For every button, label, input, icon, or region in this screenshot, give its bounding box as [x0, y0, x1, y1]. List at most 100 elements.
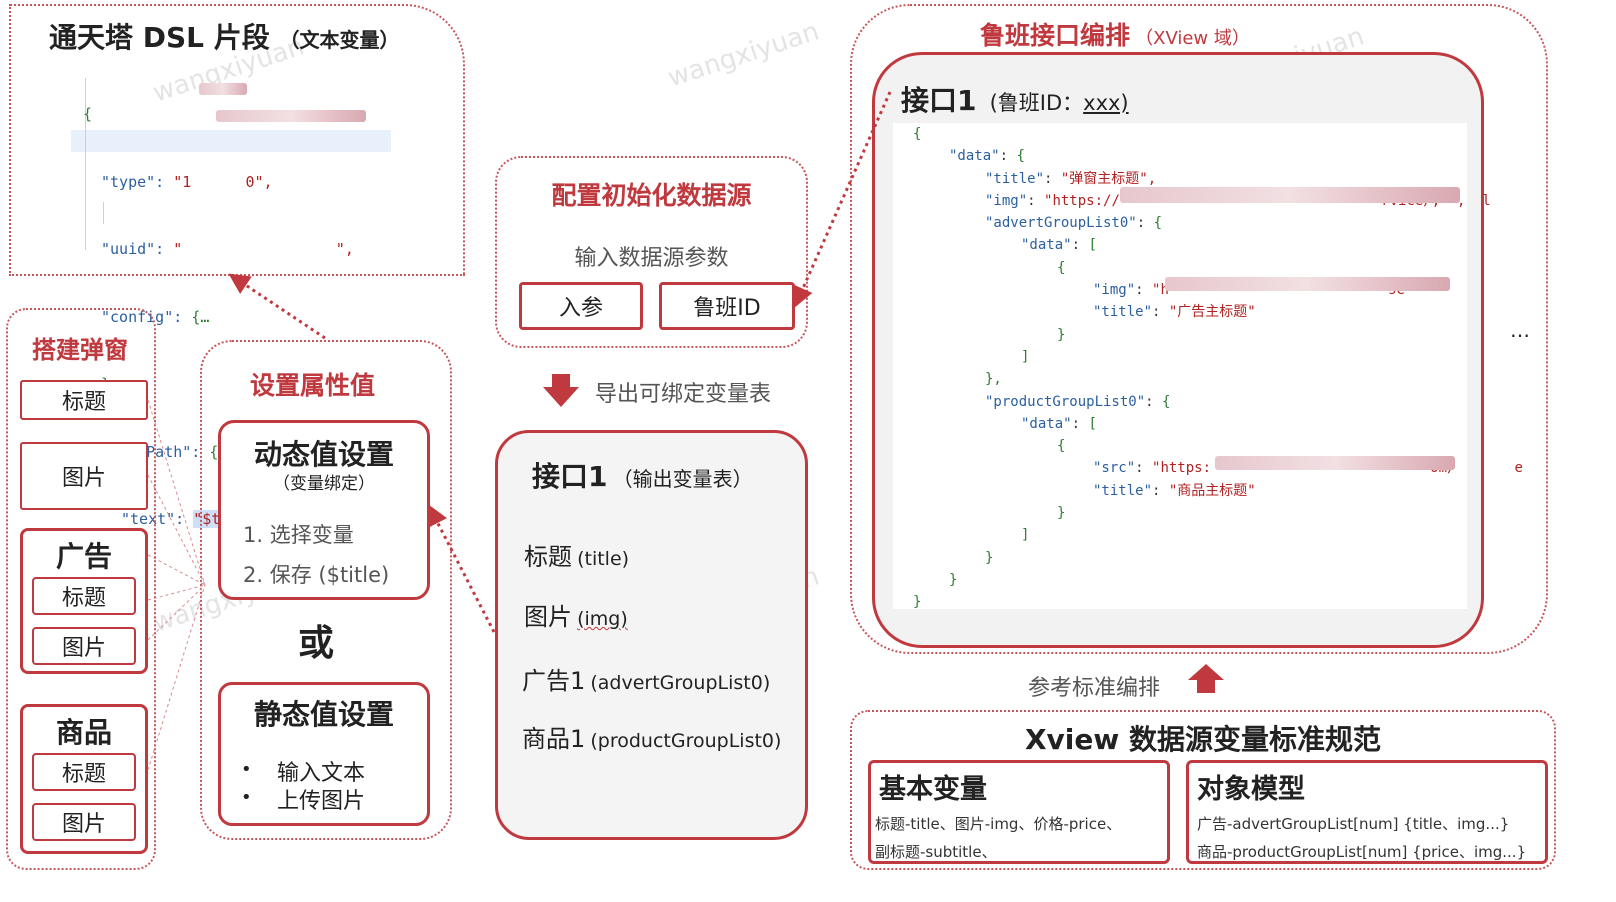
init-source-desc: 输入数据源参数 [574, 246, 729, 271]
output-table-name: 接口1 [532, 460, 608, 493]
product-group-title: 商品 [55, 716, 112, 749]
json-line: { [913, 126, 922, 142]
dynamic-step: 2. 保存 ($title) [243, 563, 390, 587]
luban-title-text: 鲁班接口编排 [980, 21, 1131, 50]
popup-image-item[interactable]: 图片 [20, 442, 148, 510]
basic-vars-title: 基本变量 [879, 774, 987, 805]
ref-label: 参考标准编排 [1028, 676, 1161, 701]
luban-api-id-label: (鲁班ID： [989, 91, 1084, 115]
json-line: "title": "广告主标题" [1093, 304, 1256, 321]
redacted-blur [1165, 277, 1450, 291]
build-popup-title: 搭建弹窗 [32, 336, 128, 364]
dsl-subtitle: （文本变量） [279, 28, 400, 52]
luban-id-button[interactable]: 鲁班ID [659, 282, 795, 330]
static-bullet-dot: • [241, 759, 252, 780]
output-row-en: (advertGroupList0) [590, 672, 771, 694]
output-row-en: (title) [577, 548, 630, 570]
luban-title: 鲁班接口编排 （XView 域） [980, 16, 1250, 52]
output-row-en: (img) [577, 608, 628, 630]
json-line: "data": { [949, 148, 1025, 165]
output-row-cn: 广告1 [522, 667, 586, 695]
export-label: 导出可绑定变量表 [595, 382, 772, 407]
output-row: 商品1 (productGroupList0) [522, 719, 781, 754]
product-image-item[interactable]: 图片 [32, 803, 136, 841]
output-row-cn: 标题 [524, 543, 572, 571]
output-row-cn: 商品1 [522, 725, 586, 753]
json-line: } [985, 549, 994, 566]
or-label: 或 [298, 623, 335, 664]
output-row: 标题 (title) [524, 537, 629, 572]
ad-title-item[interactable]: 标题 [32, 577, 136, 615]
json-line: ] [1021, 348, 1030, 365]
output-row: 广告1 (advertGroupList0) [522, 661, 770, 696]
set-attr-panel: 设置属性值 动态值设置 （变量绑定） 1. 选择变量 2. 保存 ($title… [200, 340, 452, 840]
static-bullet-dot: • [241, 787, 252, 808]
object-model-box: 对象模型 广告-advertGroupList[num] {title、img.… [1186, 760, 1548, 864]
dynamic-title: 动态值设置 [253, 438, 394, 471]
dsl-line: "type": "1 0", [101, 172, 273, 191]
json-line: } [1057, 505, 1066, 522]
basic-vars-box: 基本变量 标题-title、图片-img、价格-price、 副标题-subti… [868, 760, 1170, 864]
spec-panel: Xview 数据源变量标准规范 基本变量 标题-title、图片-img、价格-… [850, 710, 1556, 870]
luban-api-header: 接口1 (鲁班ID：xxx) [901, 79, 1129, 119]
product-group: 商品 标题 图片 [20, 704, 148, 854]
json-line: { [1057, 438, 1066, 455]
json-line: } [949, 571, 958, 588]
object-model-title: 对象模型 [1197, 774, 1305, 805]
down-arrow-icon [543, 374, 579, 408]
object-model-line: 广告-advertGroupList[num] {title、img...} [1197, 815, 1510, 833]
basic-vars-line: 副标题-subtitle、 [875, 843, 997, 861]
params-button[interactable]: 入参 [519, 282, 643, 330]
dsl-title: 通天塔 DSL 片段 （文本变量） [49, 16, 400, 56]
luban-api-title: 接口1 [901, 84, 977, 117]
ad-group: 广告 标题 图片 [20, 528, 148, 674]
output-table-subtitle: （输出变量表） [612, 467, 753, 491]
redacted-blur [1215, 456, 1455, 470]
redacted-blur [1120, 187, 1460, 203]
redacted-blur [216, 110, 366, 122]
json-line: } [1057, 326, 1066, 343]
watermark: wangxiyuan [664, 16, 823, 94]
luban-api-id-value: xxx) [1083, 91, 1129, 115]
ad-image-item[interactable]: 图片 [32, 627, 136, 665]
ad-group-title: 广告 [55, 540, 112, 573]
dynamic-subtitle: （变量绑定） [273, 474, 375, 494]
output-table-title: 接口1 （输出变量表） [532, 455, 753, 495]
object-model-line: 商品-productGroupList[num] {price、img...} [1197, 843, 1527, 861]
init-source-title: 配置初始化数据源 [551, 181, 752, 210]
json-line: "data": [ [1021, 415, 1097, 432]
luban-api-box: 接口1 (鲁班ID：xxx) {"data": {"title": "弹窗主标题… [872, 52, 1523, 648]
product-title-item[interactable]: 标题 [32, 753, 136, 791]
build-popup-panel: 搭建弹窗 标题 图片 广告 标题 图片 商品 标题 图片 [6, 308, 156, 870]
dynamic-value-box[interactable]: 动态值设置 （变量绑定） 1. 选择变量 2. 保存 ($title) [218, 420, 430, 600]
json-line: "advertGroupList0": { [985, 215, 1163, 232]
output-row-en: (productGroupList0) [590, 730, 782, 752]
dsl-panel: 通天塔 DSL 片段 （文本变量） { "type": "1 0", "uuid… [9, 4, 465, 663]
static-bullet: 上传图片 [277, 789, 366, 814]
static-title: 静态值设置 [253, 698, 394, 731]
json-line: { [1057, 259, 1066, 276]
json-line: "productGroupList0": { [985, 393, 1171, 410]
json-line: "title": "商品主标题" [1093, 482, 1256, 499]
static-value-box[interactable]: 静态值设置 • 输入文本 • 上传图片 [218, 682, 430, 826]
dynamic-step: 1. 选择变量 [243, 523, 354, 547]
basic-vars-line: 标题-title、图片-img、价格-price、 [875, 815, 1122, 833]
output-row-cn: 图片 [524, 603, 572, 631]
json-line: } [913, 594, 922, 611]
json-line: "data": [ [1021, 237, 1097, 254]
more-ellipsis: … [1510, 318, 1530, 342]
spec-title: Xview 数据源变量标准规范 [1024, 723, 1382, 756]
dsl-title-text: 通天塔 DSL 片段 [49, 21, 270, 54]
output-table-panel: 接口1 （输出变量表） 标题 (title) 图片 (img) 广告1 (adv… [495, 430, 808, 840]
up-arrow-icon [1188, 664, 1224, 694]
luban-domain: （XView 域） [1135, 28, 1250, 49]
output-row: 图片 (img) [524, 597, 628, 632]
json-line: ] [1021, 527, 1030, 544]
redacted-blur [199, 83, 247, 95]
init-source-panel: 配置初始化数据源 输入数据源参数 入参 鲁班ID [495, 156, 808, 348]
set-attr-title: 设置属性值 [250, 371, 376, 400]
dsl-line: "uuid": " ", [101, 240, 354, 258]
popup-title-item[interactable]: 标题 [20, 380, 148, 420]
json-line: }, [985, 371, 1002, 388]
luban-panel: 鲁班接口编排 （XView 域） 接口1 (鲁班ID：xxx) { "data":… [850, 4, 1548, 654]
